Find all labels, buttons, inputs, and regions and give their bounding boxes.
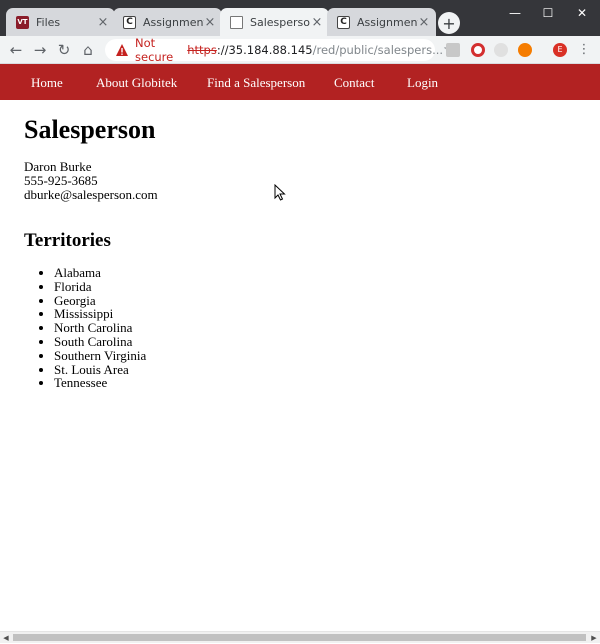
address-bar[interactable]: Not secure https://35.184.88.145/red/pub…: [105, 36, 456, 64]
list-item: Alabama: [54, 266, 146, 280]
profile-avatar[interactable]: E: [553, 43, 567, 57]
scrollbar-thumb[interactable]: [13, 634, 586, 641]
new-tab-button[interactable]: +: [438, 12, 460, 34]
territories-list: Alabama Florida Georgia Mississippi Nort…: [24, 266, 146, 390]
reload-icon[interactable]: ↻: [54, 40, 74, 60]
forward-icon[interactable]: →: [30, 40, 50, 60]
document-icon: [230, 15, 243, 29]
close-icon[interactable]: ×: [97, 15, 109, 30]
scroll-right-icon[interactable]: ▶: [588, 632, 600, 644]
back-icon[interactable]: ←: [6, 40, 26, 60]
site-nav: Home About Globitek Find a Salesperson C…: [0, 64, 600, 100]
salesperson-name: Daron Burke: [24, 159, 92, 174]
close-window-icon[interactable]: ✕: [567, 4, 597, 22]
list-item: Mississippi: [54, 307, 146, 321]
close-icon[interactable]: ×: [311, 15, 323, 30]
warning-icon: [116, 44, 128, 56]
canvas-icon: C: [123, 15, 136, 29]
tab-assignment-1[interactable]: C Assignment: W ×: [113, 8, 222, 36]
maximize-icon[interactable]: ☐: [533, 4, 563, 22]
tab-title: Files: [36, 15, 61, 29]
territories-heading: Territories: [24, 230, 111, 251]
browser-toolbar: ← → ↻ ⌂ Not secure https://35.184.88.145…: [0, 36, 600, 64]
browser-titlebar: VT Files × C Assignment: W × Salesperson…: [0, 0, 600, 36]
nav-home[interactable]: Home: [31, 75, 63, 91]
security-label[interactable]: Not secure: [135, 36, 173, 64]
list-item: North Carolina: [54, 321, 146, 335]
url-scheme: https: [187, 43, 217, 57]
extension-opera-icon[interactable]: [471, 43, 485, 57]
nav-contact[interactable]: Contact: [334, 75, 374, 91]
files-icon: VT: [16, 15, 29, 29]
tab-title: Assignment: W: [143, 15, 204, 29]
scroll-left-icon[interactable]: ◀: [0, 632, 12, 644]
salesperson-email: dburke@salesperson.com: [24, 187, 158, 202]
extension-pdf-icon[interactable]: [446, 43, 460, 57]
canvas-icon: C: [337, 15, 350, 29]
home-icon[interactable]: ⌂: [78, 40, 98, 60]
contact-info: Daron Burke 555-925-3685 dburke@salesper…: [24, 160, 158, 202]
page-title: Salesperson: [24, 115, 156, 144]
list-item: Southern Virginia: [54, 348, 146, 363]
close-icon[interactable]: ×: [418, 15, 430, 30]
close-icon[interactable]: ×: [204, 15, 216, 30]
tab-files[interactable]: VT Files ×: [6, 8, 115, 36]
salesperson-phone: 555-925-3685: [24, 173, 98, 188]
extension-search-icon[interactable]: [494, 43, 508, 57]
nav-about[interactable]: About Globitek: [96, 75, 177, 91]
url-host: ://35.184.88.145: [216, 43, 313, 57]
list-item: Tennessee: [54, 376, 146, 390]
menu-kebab-icon[interactable]: ⋮: [574, 40, 594, 60]
minimize-icon[interactable]: —: [500, 4, 530, 22]
nav-login[interactable]: Login: [407, 75, 438, 91]
mouse-cursor-icon: [274, 184, 286, 201]
list-item: St. Louis Area: [54, 362, 146, 377]
nav-find-salesperson[interactable]: Find a Salesperson: [207, 75, 305, 91]
list-item: South Carolina: [54, 335, 146, 349]
tab-assignment-2[interactable]: C Assignment: W ×: [327, 8, 436, 36]
tab-title: Assignment: W: [357, 15, 418, 29]
list-item: Florida: [54, 279, 146, 294]
url-path: /red/public/salespers...: [312, 43, 444, 57]
list-item: Georgia: [54, 293, 146, 308]
tab-title: Salesperson: D: [250, 15, 311, 29]
horizontal-scrollbar[interactable]: ◀ ▶: [0, 631, 600, 643]
extension-go-icon[interactable]: [518, 43, 532, 57]
tab-salesperson[interactable]: Salesperson: D ×: [220, 8, 329, 36]
